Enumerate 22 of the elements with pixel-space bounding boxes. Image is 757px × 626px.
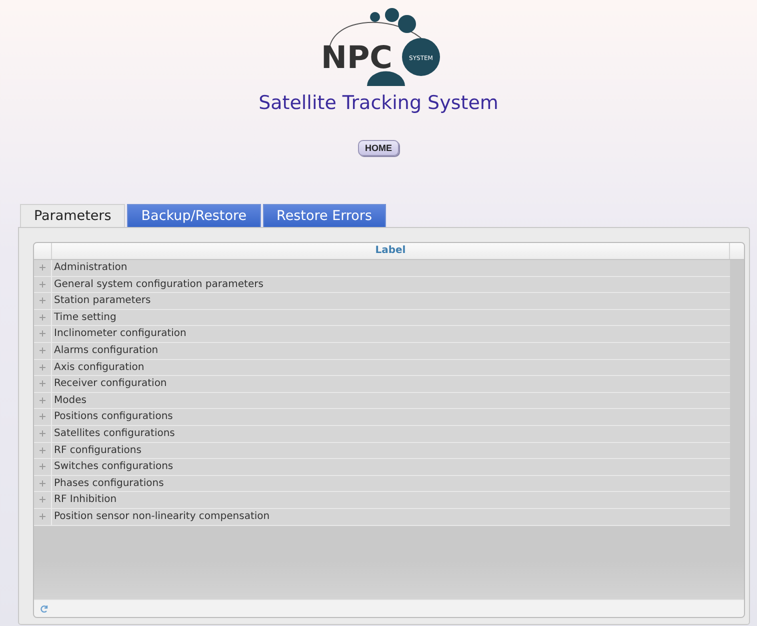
table-cell: RF configurations — [51, 442, 730, 458]
table-cell: Positions configurations — [51, 409, 730, 425]
tab[interactable]: Parameters — [20, 204, 126, 227]
table-cell: Switches configurations — [51, 459, 730, 475]
table-cell: Station parameters — [51, 293, 730, 309]
tab[interactable]: Backup/Restore — [127, 204, 261, 227]
table-cell: Inclinometer configuration — [51, 326, 730, 342]
table-cell: RF Inhibition — [51, 492, 730, 508]
home-button[interactable]: HOME — [358, 140, 399, 156]
page-title: Satellite Tracking System — [258, 92, 498, 114]
table-cell: Alarms configuration — [51, 342, 730, 359]
table-cell: Administration — [51, 260, 730, 276]
table-cell: General system configuration parameters — [51, 276, 730, 292]
refresh-icon[interactable] — [39, 604, 49, 614]
table-cell: Modes — [51, 392, 730, 408]
table-cell: Time setting — [51, 310, 730, 326]
table-cell: Receiver configuration — [51, 376, 730, 392]
table-cell: Axis configuration — [51, 360, 730, 376]
tab[interactable]: Restore Errors — [262, 204, 386, 227]
table-cell: Phases configurations — [51, 476, 730, 492]
table-cell: Satellites configurations — [51, 426, 730, 442]
table-cell: Position sensor non-linearity compensation — [51, 508, 730, 524]
